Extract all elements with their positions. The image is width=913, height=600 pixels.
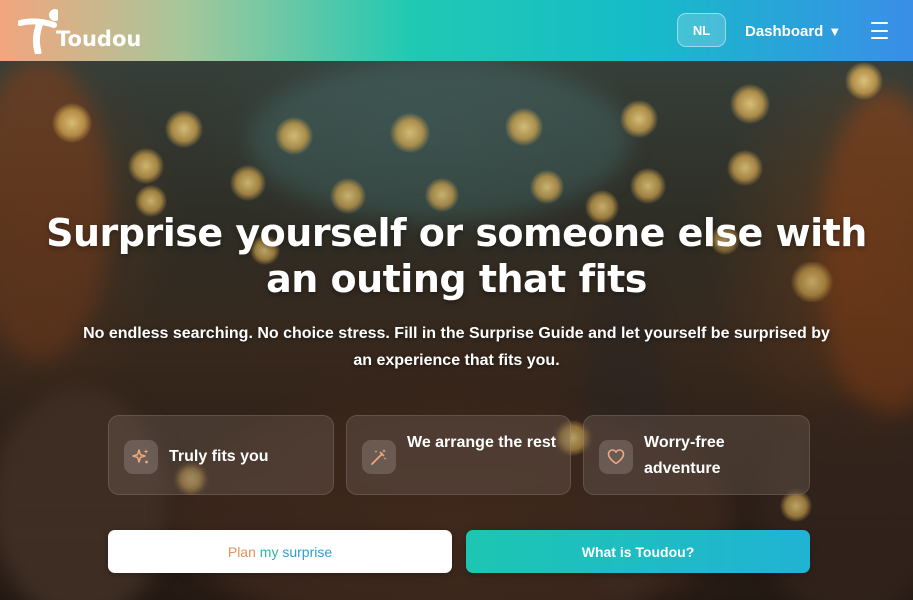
feature-card-worry-free: Worry-free adventure: [583, 415, 810, 495]
what-is-toudou-button[interactable]: What is Toudou?: [466, 530, 810, 573]
feature-label: Worry-free adventure: [644, 434, 725, 477]
feature-card-arrange: We arrange the rest: [346, 415, 571, 495]
plan-word: Plan: [227, 543, 260, 560]
logo-mark-icon: [18, 9, 58, 54]
language-switch-button[interactable]: NL: [677, 13, 726, 47]
caret-down-icon: ▼: [828, 23, 842, 39]
logo-text: Toudou: [56, 27, 142, 51]
dashboard-dropdown[interactable]: Dashboard ▼: [745, 20, 841, 42]
hero-subtitle: No endless searching. No choice stress. …: [83, 325, 830, 369]
top-navigation-bar: Toudou NL Dashboard ▼: [0, 0, 913, 61]
surprise-word: surprise: [282, 543, 333, 560]
magic-wand-icon: [362, 440, 396, 474]
heart-icon: [599, 440, 633, 474]
toudou-logo[interactable]: Toudou: [18, 6, 141, 54]
sparkles-icon: [124, 440, 158, 474]
plan-my-surprise-button[interactable]: Plan my surprise: [108, 530, 452, 573]
hero-title: Surprise yourself or someone else with a…: [46, 211, 867, 301]
feature-label: Truly fits you: [169, 448, 269, 465]
dashboard-label: Dashboard: [745, 22, 824, 40]
hamburger-menu-icon[interactable]: [871, 22, 891, 39]
feature-card-fits: Truly fits you: [108, 415, 334, 495]
feature-label: We arrange the rest: [407, 434, 557, 451]
my-word: my: [259, 543, 283, 560]
